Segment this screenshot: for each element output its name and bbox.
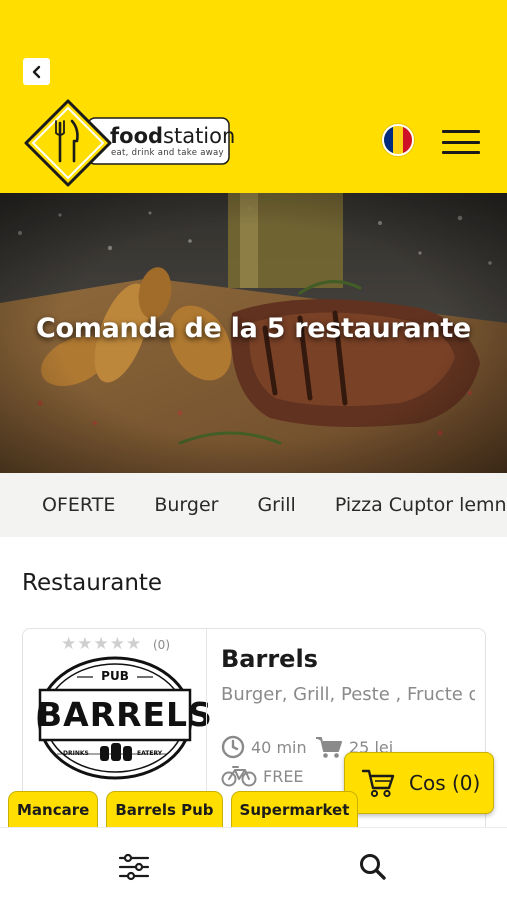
rating-count: (0) <box>153 638 170 652</box>
flag-stripe-red <box>402 126 412 154</box>
logo-eatery-text: EATERY <box>137 750 163 757</box>
bottom-tags: Mancare Barrels Pub Supermarket <box>8 791 359 827</box>
delivery-fee: FREE <box>221 765 304 787</box>
restaurant-categories: Burger, Grill, Peste , Fructe d... <box>221 684 475 705</box>
rating-stars: ★ ★ ★ ★ ★ <box>61 636 141 653</box>
category-tab-burger[interactable]: Burger <box>154 494 218 516</box>
star-icon: ★ <box>61 634 77 654</box>
hero-banner: Comanda de la 5 restaurante <box>0 193 507 473</box>
menu-line-2 <box>442 140 480 144</box>
category-tabs: OFERTE Burger Grill Pizza Cuptor lemne <box>0 473 507 537</box>
back-button[interactable] <box>23 58 50 85</box>
logo-tagline: eat, drink and take away <box>111 148 224 158</box>
flag-stripe-yellow <box>393 126 403 154</box>
delivery-time: 40 min <box>221 735 307 759</box>
category-tab-pizza[interactable]: Pizza Cuptor lemne <box>335 494 507 516</box>
search-button[interactable] <box>358 852 388 882</box>
bicycle-icon <box>221 766 257 787</box>
menu-line-1 <box>442 130 480 133</box>
foodstation-logo[interactable]: foodstation eat, drink and take away <box>24 99 235 187</box>
star-icon: ★ <box>93 634 109 654</box>
tag-barrels-pub[interactable]: Barrels Pub <box>106 791 223 827</box>
star-icon: ★ <box>109 634 125 654</box>
logo-word-food: food <box>110 124 164 148</box>
logo-word-station: station <box>163 124 236 148</box>
chevron-left-icon <box>32 65 40 78</box>
restaurant-name: Barrels <box>221 645 318 673</box>
cart-label: Cos (0) <box>409 771 481 795</box>
tag-supermarket[interactable]: Supermarket <box>230 791 359 827</box>
sliders-filter-icon <box>118 853 150 881</box>
star-icon: ★ <box>126 634 142 654</box>
star-icon: ★ <box>77 634 93 654</box>
section-title: Restaurante <box>22 570 163 596</box>
language-flag-button[interactable] <box>382 124 414 156</box>
logo-barrels-text: BARRELS <box>37 695 213 734</box>
logo-wordmark: foodstation <box>110 125 235 147</box>
restaurant-logo: PUB BARRELS DRINKS EATERY <box>37 656 213 781</box>
search-icon <box>360 854 386 880</box>
menu-line-3 <box>442 151 480 154</box>
delivery-time-text: 40 min <box>251 737 307 757</box>
cart-icon <box>316 737 342 758</box>
delivery-fee-text: FREE <box>263 766 304 786</box>
category-tab-grill[interactable]: Grill <box>257 494 295 516</box>
logo-drinks-text: DRINKS <box>63 750 89 757</box>
filter-button[interactable] <box>117 852 151 882</box>
clock-icon <box>221 735 245 759</box>
flag-stripe-blue <box>384 126 394 154</box>
tag-mancare[interactable]: Mancare <box>8 791 99 827</box>
shopping-cart-icon <box>361 769 395 798</box>
hero-title: Comanda de la 5 restaurante <box>36 313 471 344</box>
logo-pub-text: PUB <box>101 669 129 683</box>
bottom-navigation <box>0 827 507 900</box>
cart-button[interactable]: Cos (0) <box>344 752 494 814</box>
app-header: foodstation eat, drink and take away <box>0 0 507 193</box>
category-tab-oferte[interactable]: OFERTE <box>42 494 115 516</box>
hamburger-menu-icon[interactable] <box>442 130 480 154</box>
